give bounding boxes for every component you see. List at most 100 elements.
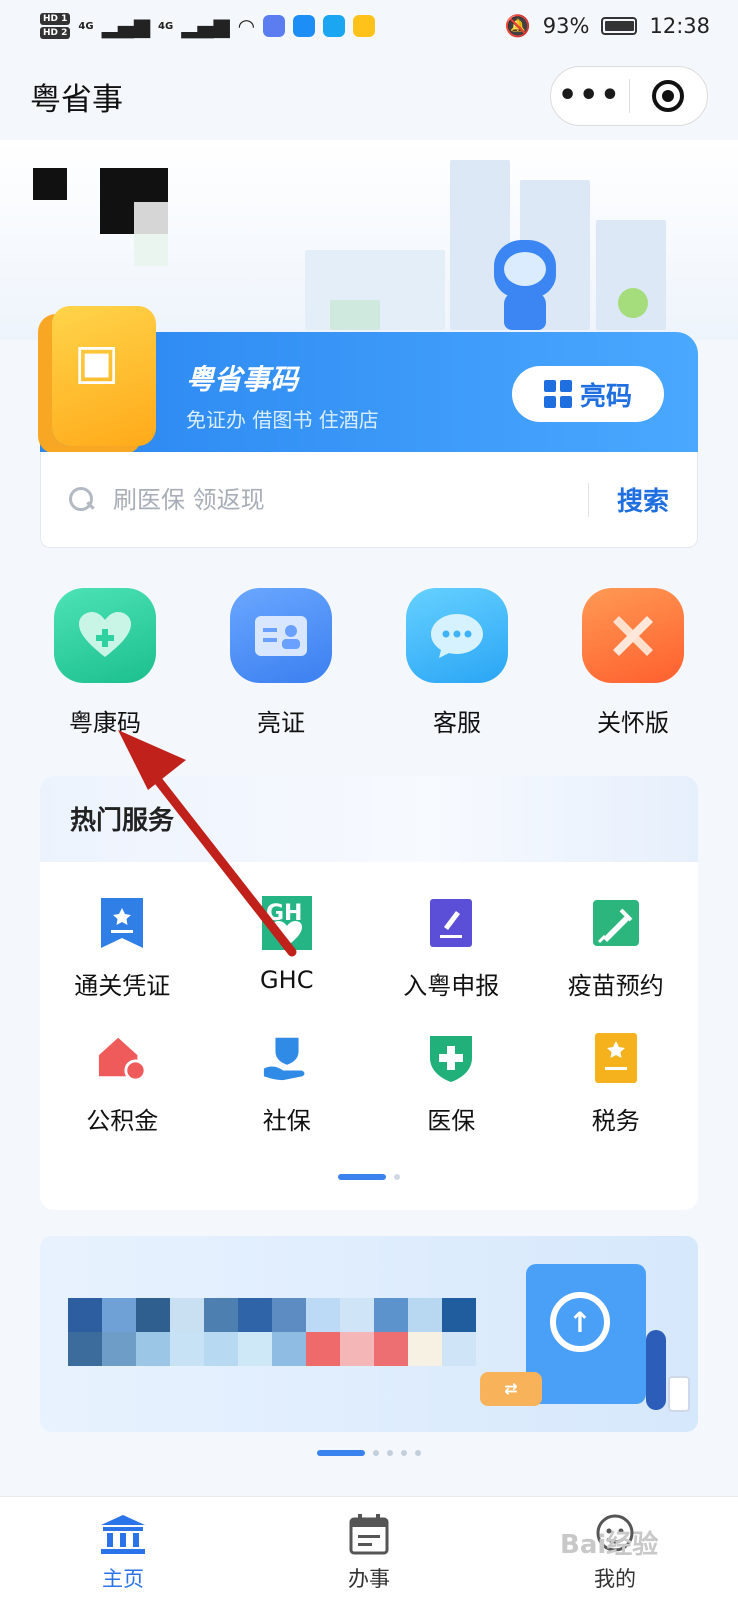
redacted-user-name-4 xyxy=(134,202,168,234)
service-label: 公积金 xyxy=(86,1107,159,1135)
close-miniprogram-button[interactable] xyxy=(630,80,708,112)
skyline-building xyxy=(450,160,510,330)
redacted-user-name-2 xyxy=(100,168,134,234)
service-label: 入粤申报 xyxy=(403,972,500,1000)
search-input[interactable] xyxy=(113,485,560,514)
service-medical-insurance[interactable]: 医保 xyxy=(369,1031,534,1136)
sim-indicator: HD 1 HD 2 xyxy=(40,13,71,39)
app-notification-icon xyxy=(263,15,286,37)
service-label: 社保 xyxy=(262,1107,311,1135)
service-label: 税务 xyxy=(591,1107,640,1135)
redacted-user-name xyxy=(33,168,67,200)
signal-icon: 4G xyxy=(78,20,94,32)
quick-entry-label: 亮证 xyxy=(257,709,305,737)
service-ghc[interactable]: GH GHC xyxy=(205,896,370,1001)
park-illustration xyxy=(330,300,380,330)
app-header: 粤省事 ••• xyxy=(0,60,738,132)
redacted-user-name-5 xyxy=(134,234,168,266)
sim2-label: HD 2 xyxy=(40,27,71,39)
target-icon xyxy=(652,80,685,112)
edit-doc-icon xyxy=(426,896,476,950)
nav-item-home[interactable]: 主页 xyxy=(0,1497,246,1600)
upload-arrow-icon: ↑ xyxy=(550,1292,610,1352)
service-label: 医保 xyxy=(427,1107,476,1135)
nav-label: 办事 xyxy=(348,1567,390,1591)
id-card-icon xyxy=(230,588,332,683)
hot-services-panel: 热门服务 通关凭证 GH GHC 入粤申报 疫苗预约 公积金 社保 医保 税务 xyxy=(40,776,698,1210)
signal-icon-2: 4G xyxy=(158,20,174,32)
quick-entry-label: 关怀版 xyxy=(597,709,669,737)
battery-percent: 93% xyxy=(542,14,590,38)
status-bar: HD 1 HD 2 4G ▂▄▆ 4G ▂▄▆ ◠ 🔕 93% 12:38 xyxy=(0,0,738,52)
service-entry-declaration[interactable]: 入粤申报 xyxy=(369,896,534,1001)
quick-entry-label: 客服 xyxy=(433,709,481,737)
service-label: 通关凭证 xyxy=(74,972,171,1000)
medical-shield-icon xyxy=(426,1031,476,1085)
hot-services-pager xyxy=(40,1174,698,1180)
certificate-icon xyxy=(97,896,147,950)
service-vaccine-booking[interactable]: 疫苗预约 xyxy=(534,896,699,1001)
quick-entry-label: 粤康码 xyxy=(69,709,141,737)
search-app-icon xyxy=(323,15,346,37)
battery-icon xyxy=(601,17,638,35)
redacted-banner-text xyxy=(68,1298,476,1366)
service-housing-fund[interactable]: 公积金 xyxy=(40,1031,205,1136)
vaccine-icon xyxy=(591,896,641,950)
service-label: 疫苗预约 xyxy=(567,972,664,1000)
search-button[interactable]: 搜索 xyxy=(617,481,669,518)
service-tax[interactable]: 税务 xyxy=(534,1031,699,1136)
mute-bell-icon: 🔕 xyxy=(504,13,531,38)
social-security-icon xyxy=(262,1031,312,1085)
calendar-icon xyxy=(345,1513,393,1555)
watermark-text: Bai经验 xyxy=(560,1530,659,1560)
nav-label: 我的 xyxy=(594,1567,636,1591)
sim1-label: HD 1 xyxy=(40,13,71,25)
redacted-user-name-3 xyxy=(134,168,168,202)
traveler-illustration xyxy=(646,1330,666,1410)
quick-entry-customer-service[interactable]: 客服 xyxy=(392,588,522,738)
show-code-button[interactable]: 亮码 xyxy=(512,366,664,422)
suitcase-illustration xyxy=(668,1376,690,1412)
search-icon xyxy=(69,486,95,513)
nav-item-services[interactable]: 办事 xyxy=(246,1497,492,1600)
tax-icon xyxy=(591,1031,641,1085)
quick-entry-care-mode[interactable]: 关怀版 xyxy=(568,588,698,738)
quick-entry-health-code[interactable]: 粤康码 xyxy=(40,588,170,738)
heart-icon xyxy=(54,588,156,683)
chat-bubble-icon xyxy=(406,588,508,683)
mascot-body xyxy=(504,292,546,330)
miniprogram-capsule: ••• xyxy=(550,66,708,126)
service-social-security[interactable]: 社保 xyxy=(205,1031,370,1136)
quick-entry-row: 粤康码 亮证 客服 关怀版 xyxy=(40,588,698,738)
wifi-icon: ◠ xyxy=(237,14,256,38)
ghc-icon: GH xyxy=(261,896,312,950)
hot-services-grid: 通关凭证 GH GHC 入粤申报 疫苗预约 公积金 社保 医保 税务 xyxy=(40,862,698,1136)
bulb-app-icon xyxy=(293,15,316,37)
quick-entry-show-id[interactable]: 亮证 xyxy=(216,588,346,738)
home-bank-icon xyxy=(99,1513,147,1555)
weibo-icon xyxy=(353,15,376,37)
care-cross-icon xyxy=(582,588,684,683)
code-card-subtitle: 免证办 借图书 住酒店 xyxy=(186,408,379,432)
search-divider xyxy=(587,482,589,517)
page-title: 粤省事 xyxy=(30,81,123,118)
signal-bars-icon: ▂▄▆ xyxy=(101,14,151,38)
search-bar: 搜索 xyxy=(40,452,698,548)
hot-services-title: 热门服务 xyxy=(40,776,698,862)
service-customs-pass[interactable]: 通关凭证 xyxy=(40,896,205,1001)
qr-code-icon xyxy=(543,380,572,408)
banner-pager xyxy=(0,1450,738,1456)
code-card-title: 粤省事码 xyxy=(186,363,299,396)
tree-illustration xyxy=(618,288,648,318)
clock: 12:38 xyxy=(649,14,710,38)
swap-icon: ⇄ xyxy=(480,1372,542,1406)
more-menu-button[interactable]: ••• xyxy=(551,81,629,111)
signal-bars-icon-2: ▂▄▆ xyxy=(181,14,230,38)
mascot-face xyxy=(504,252,546,286)
qr-card-icon: ▣ xyxy=(52,306,156,446)
house-fund-icon xyxy=(97,1031,147,1085)
service-label: GHC xyxy=(260,966,314,994)
show-code-label: 亮码 xyxy=(579,381,632,412)
promo-banner[interactable]: ↑ ⇄ xyxy=(40,1236,698,1432)
nav-label: 主页 xyxy=(102,1567,144,1591)
